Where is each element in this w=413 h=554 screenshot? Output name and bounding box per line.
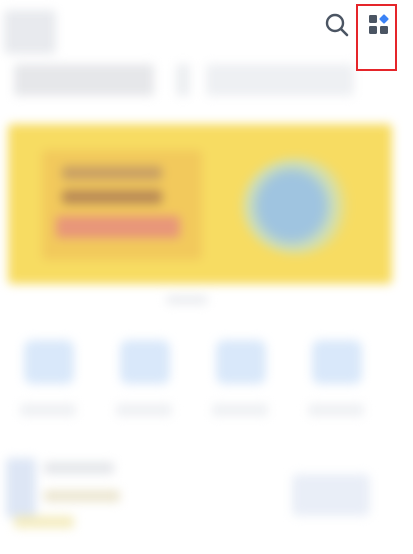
shortcut-label (116, 404, 172, 416)
app-screen (0, 0, 413, 554)
list-item-thumbnail (6, 458, 36, 518)
apps-grid-icon (369, 14, 389, 34)
search-icon (325, 13, 349, 37)
shortcut-icon[interactable] (120, 340, 170, 384)
banner-cta (56, 216, 180, 238)
shortcut-label (20, 404, 76, 416)
shortcut-label (308, 404, 364, 416)
subtitle-placeholder (206, 64, 354, 96)
apps-button[interactable] (365, 11, 393, 39)
title-divider (176, 64, 190, 96)
shortcut-icon[interactable] (216, 340, 266, 384)
carousel-indicator (166, 296, 208, 304)
banner-text-line (62, 166, 162, 180)
list-item-title (44, 462, 114, 474)
blurred-content (0, 0, 413, 554)
banner-card (42, 150, 202, 260)
title-placeholder (14, 64, 154, 96)
list-item-subtitle (44, 490, 120, 502)
promo-banner[interactable] (8, 124, 392, 284)
search-button[interactable] (322, 10, 352, 40)
banner-illustration (242, 158, 352, 254)
shortcut-icon[interactable] (312, 340, 362, 384)
shortcut-icon[interactable] (24, 340, 74, 384)
list-item-button[interactable] (292, 474, 370, 516)
list-item-meta (14, 516, 74, 528)
banner-text-line (62, 190, 162, 204)
avatar[interactable] (4, 10, 56, 54)
shortcut-label (212, 404, 268, 416)
